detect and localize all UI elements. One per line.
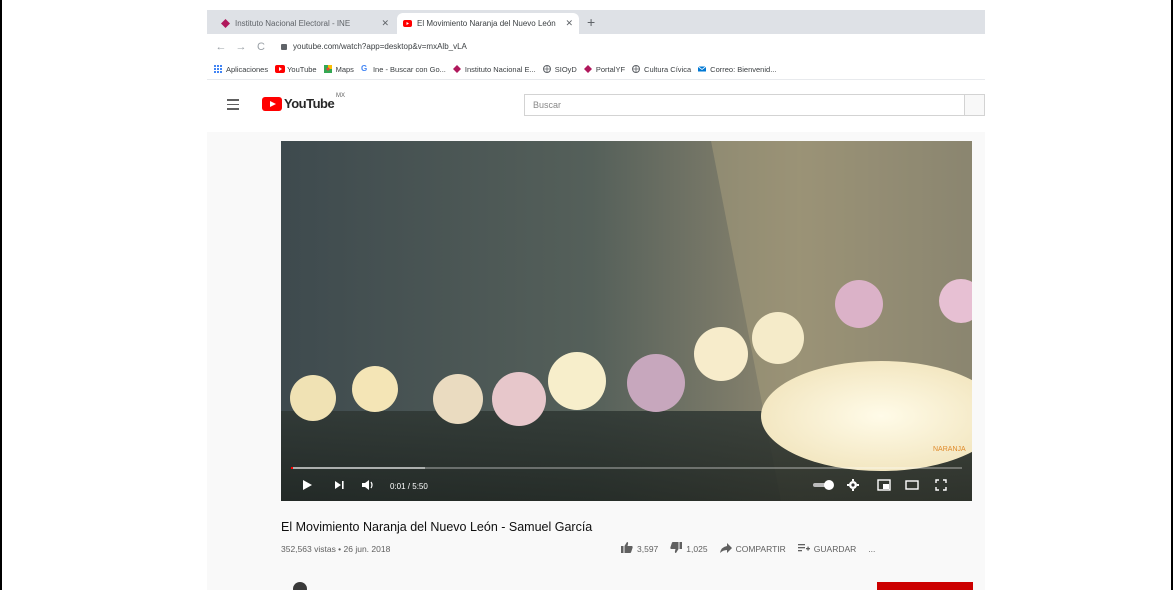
thumbs-up-icon [621,542,633,556]
forward-button[interactable]: → [235,41,247,53]
tab-label: El Movimiento Naranja del Nuevo León [417,19,556,28]
more-icon: ... [868,544,876,554]
save-label: GUARDAR [813,544,857,554]
bookmark-ine[interactable]: Instituto Nacional E... [452,64,536,74]
new-tab-button[interactable]: + [587,14,595,30]
video-player[interactable]: NARANJA 0:01 / 5:50 [281,141,972,501]
playlist-add-icon [797,543,810,556]
bookmark-label: Instituto Nacional E... [464,64,536,74]
ine-icon [583,65,592,73]
video-views-date: 352,563 vistas • 26 jun. 2018 [281,544,391,554]
url-field[interactable]: youtube.com/watch?app=desktop&v=mxAlb_vL… [293,42,467,51]
tab-label: Instituto Nacional Electoral - INE [235,19,351,28]
lock-icon [281,43,287,50]
youtube-play-icon [262,96,282,111]
buffered-bar [291,467,426,469]
bookmark-label: Correo: Bienvenid... [710,64,777,74]
close-tab-icon[interactable]: ✕ [381,18,389,29]
tab-bar: Instituto Nacional Electoral - INE ✕ El … [207,10,985,34]
youtube-header: YouTube MX Buscar [207,80,985,132]
bookmark-label: YouTube [287,64,317,74]
channel-row [207,576,985,590]
thumbs-down-icon [670,542,683,556]
like-count: 3,597 [637,544,659,554]
bookmark-label: Cultura Cívica [644,64,692,74]
back-button[interactable]: ← [215,41,227,53]
time-display: 0:01 / 5:50 [390,482,428,491]
youtube-logo[interactable]: YouTube MX [262,93,345,111]
search-input[interactable]: Buscar [524,94,965,116]
watch-page: NARANJA 0:01 / 5:50 El Movimiento Naranj… [207,132,985,590]
bookmark-correo[interactable]: Correo: Bienvenid... [697,64,777,74]
progress-bar[interactable] [291,467,962,469]
bookmark-label: Ine - Buscar con Go... [372,64,446,74]
video-watermark: NARANJA [933,446,966,453]
bookmark-label: SIOyD [554,64,577,74]
apps-icon [214,65,222,73]
share-label: COMPARTIR [735,544,786,554]
youtube-wordmark: YouTube [284,96,335,111]
frame-border-left [0,0,2,590]
like-button[interactable]: 3,597 [621,542,658,556]
globe-icon [542,65,551,73]
played-bar [291,467,293,469]
reload-button[interactable]: C [255,41,267,53]
frame-border-right [1171,0,1173,590]
video-title: El Movimiento Naranja del Nuevo León - S… [281,520,593,534]
tab-ine[interactable]: Instituto Nacional Electoral - INE ✕ [215,13,395,34]
ine-favicon-icon [221,19,230,28]
dislike-count: 1,025 [686,544,708,554]
bookmark-youtube[interactable]: YouTube [275,64,317,74]
bookmark-aplicaciones[interactable]: Aplicaciones [214,65,268,74]
save-button[interactable]: GUARDAR [797,543,857,556]
ine-icon [452,65,461,73]
subscribe-button[interactable] [877,582,973,590]
player-controls: 0:01 / 5:50 [281,461,972,501]
youtube-icon [275,65,286,73]
search-button[interactable] [964,94,985,116]
mail-icon [697,65,707,73]
bookmarks-bar: Aplicaciones YouTube Maps G Ine - Buscar… [207,59,985,80]
bookmark-label: PortalYF [595,64,626,74]
tab-youtube-video[interactable]: El Movimiento Naranja del Nuevo León ✕ [397,13,579,34]
address-bar-row: ← → C youtube.com/watch?app=desktop&v=mx… [207,34,985,59]
channel-avatar[interactable] [293,582,307,590]
menu-icon[interactable] [227,99,239,110]
maps-icon [323,65,332,73]
bookmark-google-search[interactable]: G Ine - Buscar con Go... [361,65,446,74]
share-arrow-icon [719,542,732,556]
bookmark-cultura-civica[interactable]: Cultura Cívica [632,65,691,74]
dislike-button[interactable]: 1,025 [670,542,708,556]
browser-window: Instituto Nacional Electoral - INE ✕ El … [207,10,985,590]
youtube-favicon-icon [403,19,412,28]
bookmark-label: Aplicaciones [226,64,269,74]
close-tab-icon[interactable]: ✕ [565,18,573,29]
country-code: MX [336,93,345,99]
google-icon: G [360,64,368,73]
globe-icon [632,65,641,73]
bookmark-sioyd[interactable]: SIOyD [542,64,577,74]
video-frame: NARANJA [281,141,972,501]
bookmark-label: Maps [335,64,354,74]
bookmark-maps[interactable]: Maps [323,64,354,74]
more-actions-button[interactable]: ... [868,544,875,554]
share-button[interactable]: COMPARTIR [719,542,786,556]
video-actions: 3,597 1,025 COMPARTIR GUARDAR ... [621,542,887,556]
bookmark-portalyf[interactable]: PortalYF [583,64,626,74]
